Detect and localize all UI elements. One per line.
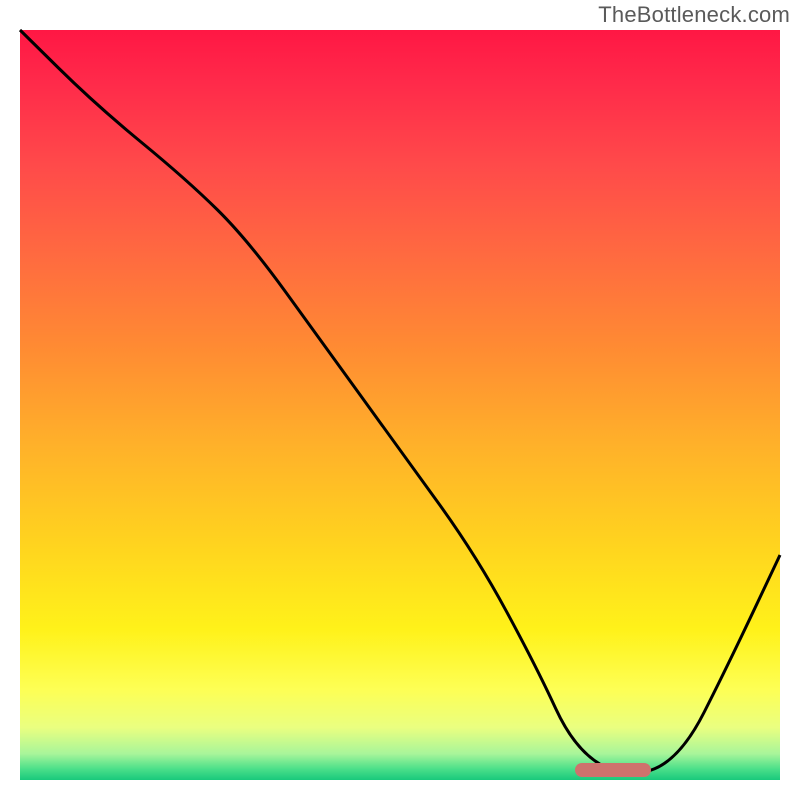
bottleneck-curve <box>0 0 800 800</box>
watermark-text: TheBottleneck.com <box>598 2 790 28</box>
chart-stage: TheBottleneck.com <box>0 0 800 800</box>
optimal-range-marker <box>575 763 651 777</box>
